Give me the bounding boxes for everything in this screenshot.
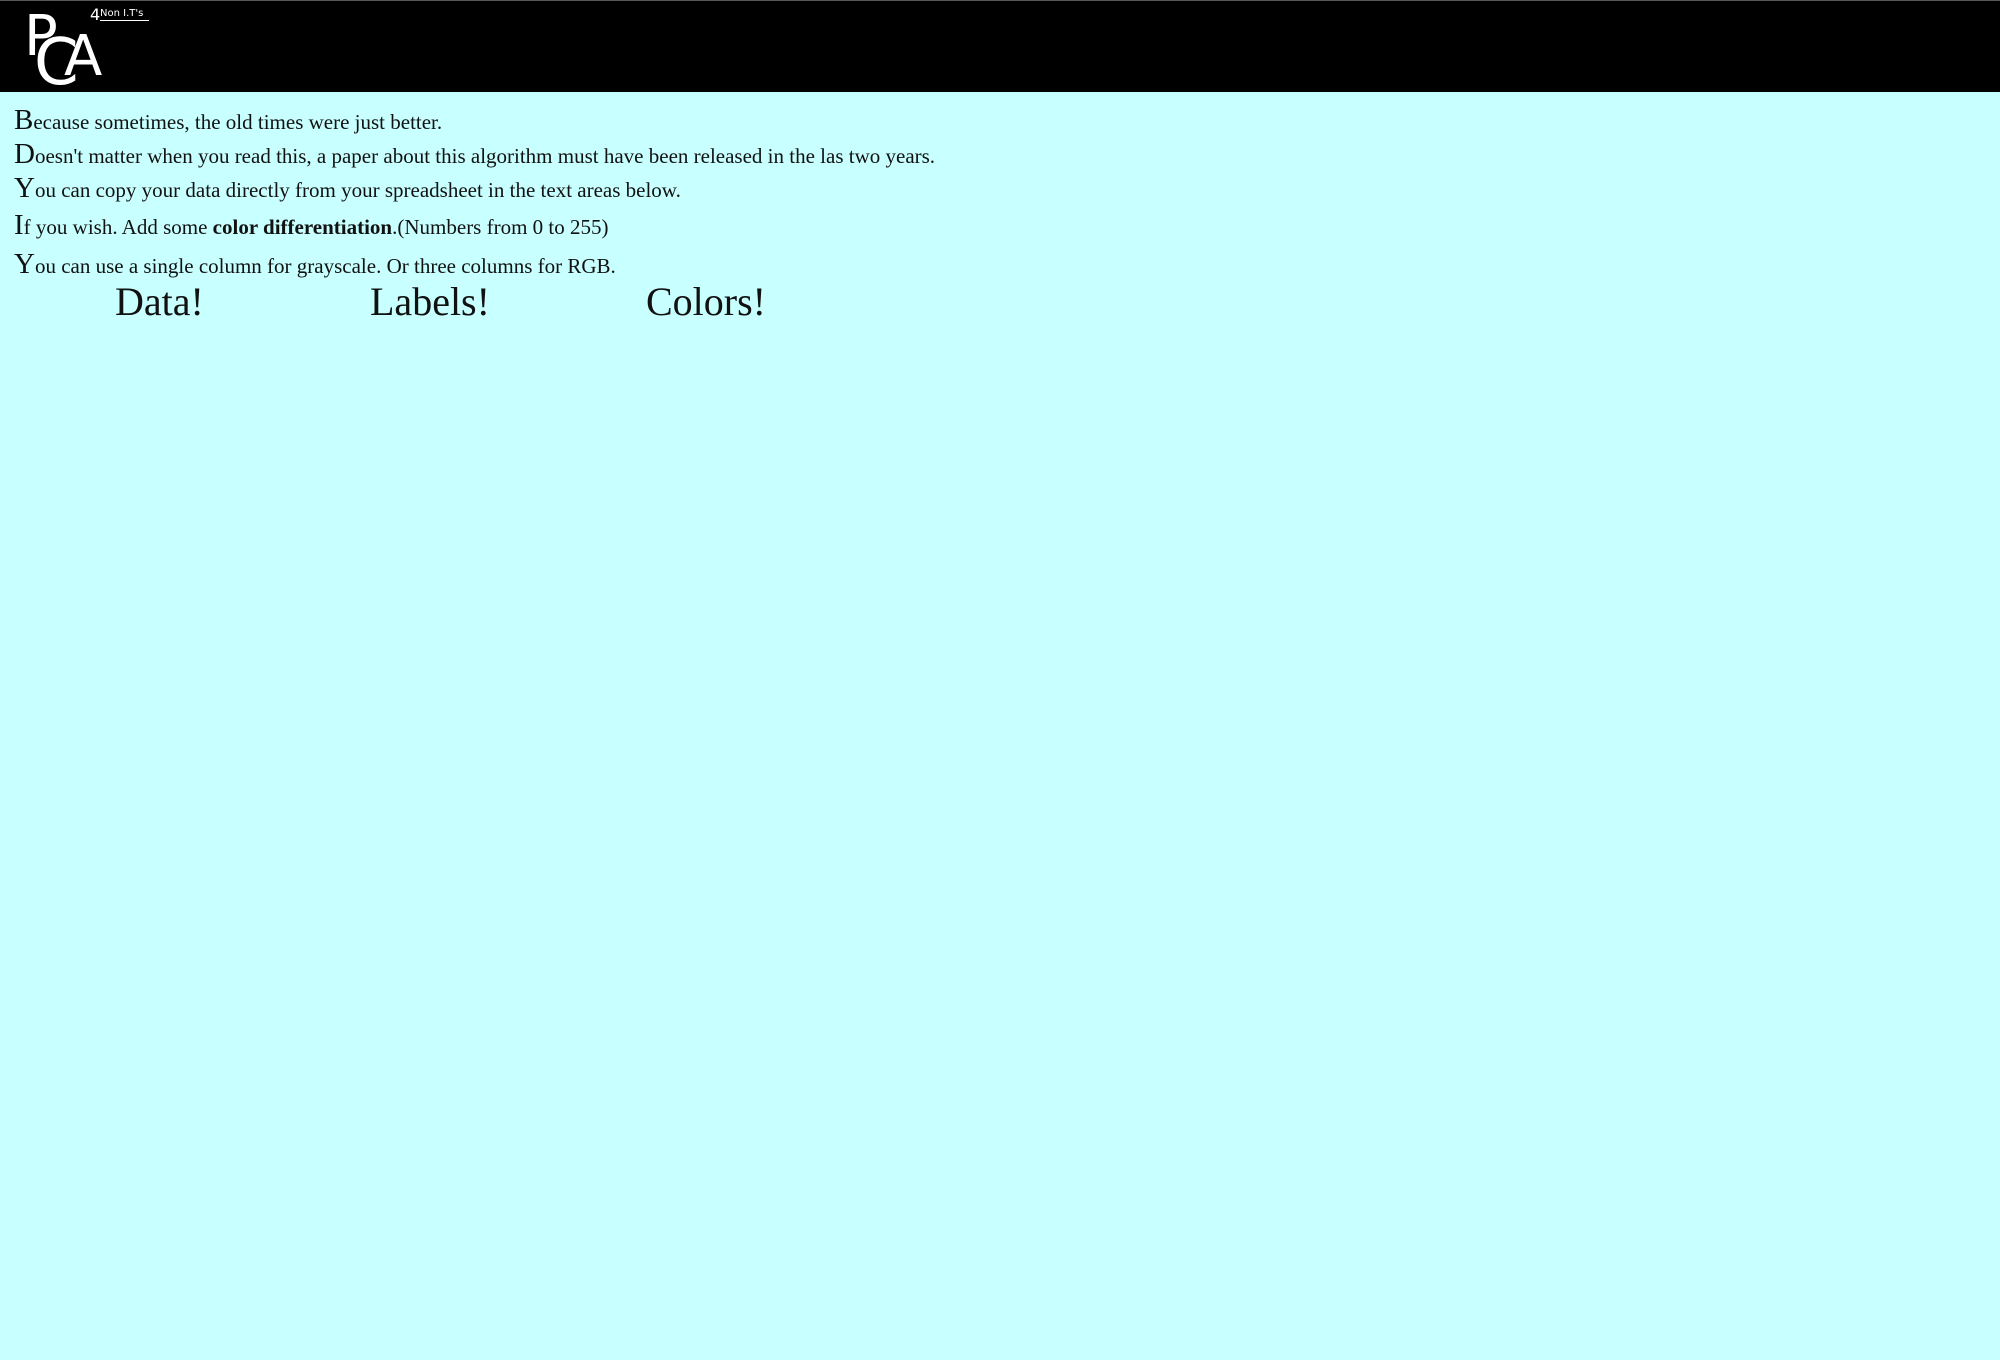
logo-subtitle: Non I.T's: [100, 8, 150, 21]
intro-text-3: ou can copy your data directly from your…: [34, 178, 681, 202]
intro-line-3: You can copy your data directly from you…: [14, 172, 935, 206]
drop-cap: B: [14, 104, 34, 136]
intro-line-1: Because sometimes, the old times were ju…: [14, 104, 935, 138]
data-column-heading: Data!: [115, 279, 204, 324]
logo-number: 4: [90, 5, 101, 24]
intro-text: Because sometimes, the old times were ju…: [14, 104, 935, 282]
header-bar: P C A 4 Non I.T's: [0, 0, 2000, 95]
intro-line-2: Doesn't matter when you read this, a pap…: [14, 138, 935, 172]
column-headers: Data! Labels! Colors!: [0, 276, 2000, 336]
labels-column-heading: Labels!: [370, 279, 490, 324]
intro-text-1: ecause sometimes, the old times were jus…: [33, 110, 443, 134]
intro-text-4b: .(Numbers from 0 to 255): [392, 215, 609, 239]
intro-text-4-bold: color differentiation: [212, 215, 393, 239]
logo-letter-a: A: [64, 24, 103, 89]
pca-logo[interactable]: P C A 4 Non I.T's: [24, 5, 154, 95]
intro-text-4a: f you wish. Add some: [23, 215, 213, 239]
drop-cap: I: [14, 209, 24, 241]
drop-cap: Y: [14, 172, 35, 204]
intro-text-2: oesn't matter when you read this, a pape…: [34, 144, 936, 168]
drop-cap: D: [14, 138, 35, 170]
intro-line-4: If you wish. Add some color differentiat…: [14, 209, 935, 243]
colors-column-heading: Colors!: [646, 279, 766, 324]
intro-text-5: ou can use a single column for grayscale…: [34, 254, 616, 278]
